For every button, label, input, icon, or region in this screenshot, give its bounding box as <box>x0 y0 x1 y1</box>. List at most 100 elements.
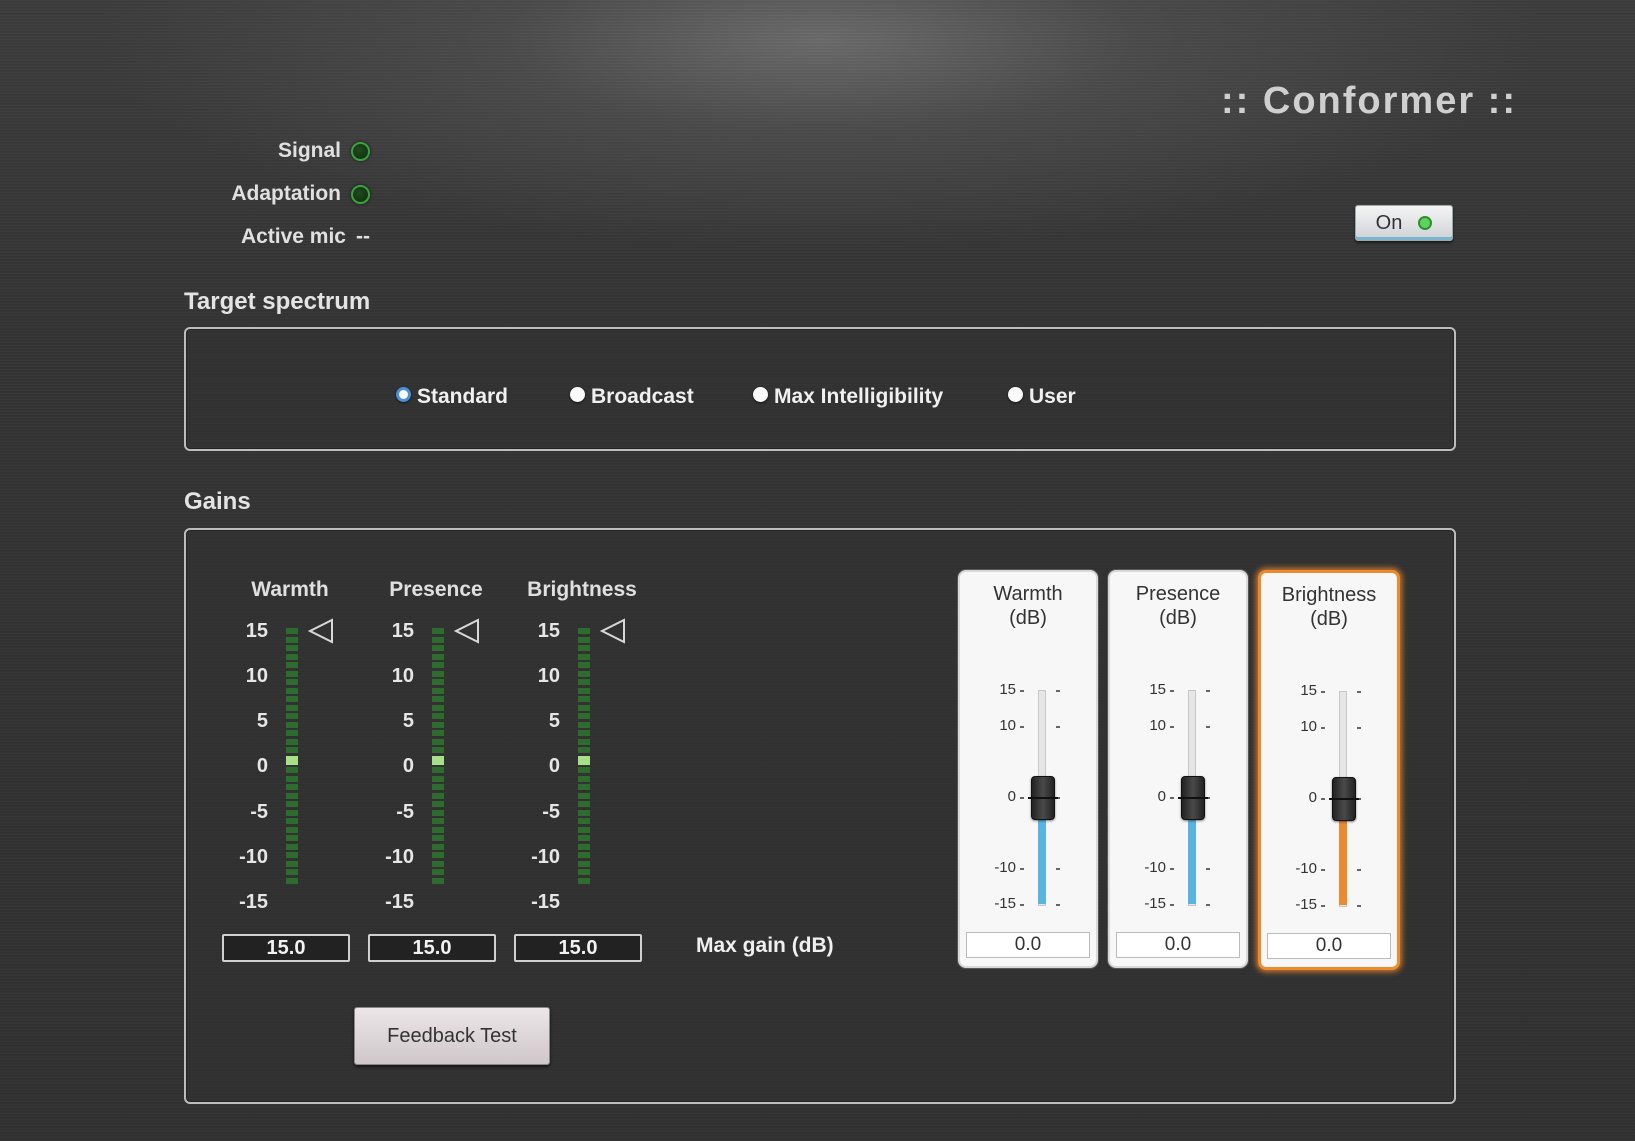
meter-segment <box>286 687 298 694</box>
fader-title-unit: (dB) <box>1159 607 1197 629</box>
meter-segment <box>578 679 590 685</box>
max-gain-field[interactable]: 15.0 <box>514 934 642 962</box>
meter-segment <box>286 869 298 875</box>
meter-segment <box>286 713 298 719</box>
meter-segment <box>432 653 444 660</box>
meter-segment <box>286 721 298 728</box>
fader-tick-mark <box>1206 904 1210 906</box>
meter-segment <box>578 721 590 728</box>
radio-user[interactable]: User <box>1008 385 1076 409</box>
meter-segment <box>432 687 444 694</box>
meter-bar <box>432 628 444 886</box>
power-toggle-button[interactable]: On <box>1355 205 1453 241</box>
fader-tick-label: 0 <box>1308 789 1317 806</box>
meter-segment <box>432 738 444 745</box>
fader-tick-mark <box>1170 797 1174 799</box>
meter-tick-label: -5 <box>250 801 268 823</box>
meter-segment <box>578 730 590 736</box>
fader-tick-mark <box>1357 726 1361 729</box>
fader-title-name: Brightness <box>1281 584 1377 606</box>
fader-tick-mark <box>1020 690 1024 692</box>
meter-segment <box>432 670 444 677</box>
meter-tick-label: 0 <box>402 755 414 777</box>
fader-value-field[interactable]: 0.0 <box>966 932 1090 958</box>
app-title: :: Conformer :: <box>1221 80 1517 122</box>
meter-segment <box>578 835 590 841</box>
meter-segment <box>286 801 298 807</box>
fader-tick-mark <box>1321 798 1325 800</box>
fader-tick-mark <box>1357 691 1361 693</box>
power-led-icon <box>1418 216 1433 230</box>
radio-unselected-icon <box>1008 386 1023 402</box>
meter-segment <box>432 775 444 782</box>
meter-segment <box>578 628 590 634</box>
meter-segment <box>578 843 590 850</box>
fader-value-field[interactable]: 0.0 <box>1116 932 1240 958</box>
fader-title-unit: (dB) <box>1310 608 1348 630</box>
meter-segment <box>432 809 444 816</box>
fader-value-field[interactable]: 0.0 <box>1267 933 1391 959</box>
meter-segment <box>432 721 444 728</box>
fader-tick-label: -15 <box>1144 895 1166 912</box>
meter-segment <box>578 713 590 719</box>
max-gain-field[interactable]: 15.0 <box>368 934 496 962</box>
fader-tick-label: 10 <box>999 716 1016 734</box>
fader-tick-mark <box>1170 868 1174 871</box>
fader-tick-label: -10 <box>1144 859 1166 877</box>
max-gain-label: Max gain (dB) <box>696 934 834 957</box>
meter-segment <box>432 747 444 753</box>
radio-max-intelligibility[interactable]: Max Intelligibility <box>753 385 943 409</box>
meter-tick-label: 0 <box>548 755 560 777</box>
meter-tick-label: 5 <box>256 710 268 732</box>
radio-broadcast[interactable]: Broadcast <box>570 385 694 409</box>
meter-segment <box>286 784 298 790</box>
meter-segment <box>286 636 298 643</box>
meter-segment <box>286 670 298 677</box>
meter-segment <box>578 670 590 677</box>
fader-knob[interactable] <box>1178 776 1208 820</box>
meter-segment <box>432 869 444 875</box>
fader-tick-mark <box>1321 726 1325 729</box>
fader-tick-mark <box>1206 690 1210 692</box>
meter-segment <box>578 704 590 711</box>
fader-knob[interactable] <box>1329 777 1359 821</box>
fader-tick-label: 0 <box>1157 788 1166 805</box>
meter-segment <box>286 653 298 660</box>
meter-segment <box>578 645 590 651</box>
fader-tick-label: 15 <box>1300 682 1317 699</box>
radio-label: Broadcast <box>591 385 694 408</box>
meter-title: Presence <box>389 578 483 601</box>
meter-tick-label: 5 <box>402 710 414 732</box>
meter-segment <box>432 826 444 833</box>
meter-segment <box>286 792 298 799</box>
meter-tick-label: 10 <box>537 665 560 687</box>
fader-knob[interactable] <box>1028 776 1058 820</box>
meter-tick-label: -5 <box>396 801 414 823</box>
radio-selected-icon <box>396 386 411 402</box>
fader-tick-mark <box>1170 725 1174 728</box>
meter-segment <box>432 628 444 634</box>
fader-tick-mark <box>1020 797 1024 799</box>
meter-segment <box>578 653 590 660</box>
fader-title-name: Presence <box>1135 583 1221 605</box>
meter-segment <box>286 775 298 782</box>
meter-title: Brightness <box>527 578 637 601</box>
meter-segment <box>432 877 444 884</box>
fader-title: Presence (dB) <box>1110 582 1246 630</box>
meter-segment <box>286 662 298 668</box>
feedback-test-button[interactable]: Feedback Test <box>354 1007 550 1065</box>
radio-standard[interactable]: Standard <box>396 385 508 409</box>
meter-tick-label: -10 <box>531 846 560 868</box>
fader-title-unit: (dB) <box>1009 607 1047 629</box>
fader-tick-label: -10 <box>1295 860 1317 878</box>
signal-label: Signal <box>277 139 341 162</box>
meter-segment <box>286 767 298 773</box>
meter-segment <box>578 747 590 753</box>
fader-tick-mark <box>1206 725 1210 728</box>
max-gain-field[interactable]: 15.0 <box>222 934 350 962</box>
meter-segment <box>578 687 590 694</box>
meter-tick-label: -10 <box>385 846 414 868</box>
fader-tick-label: -15 <box>1295 896 1317 913</box>
adaptation-led-icon <box>351 184 370 204</box>
fader-tick-mark <box>1206 868 1210 871</box>
